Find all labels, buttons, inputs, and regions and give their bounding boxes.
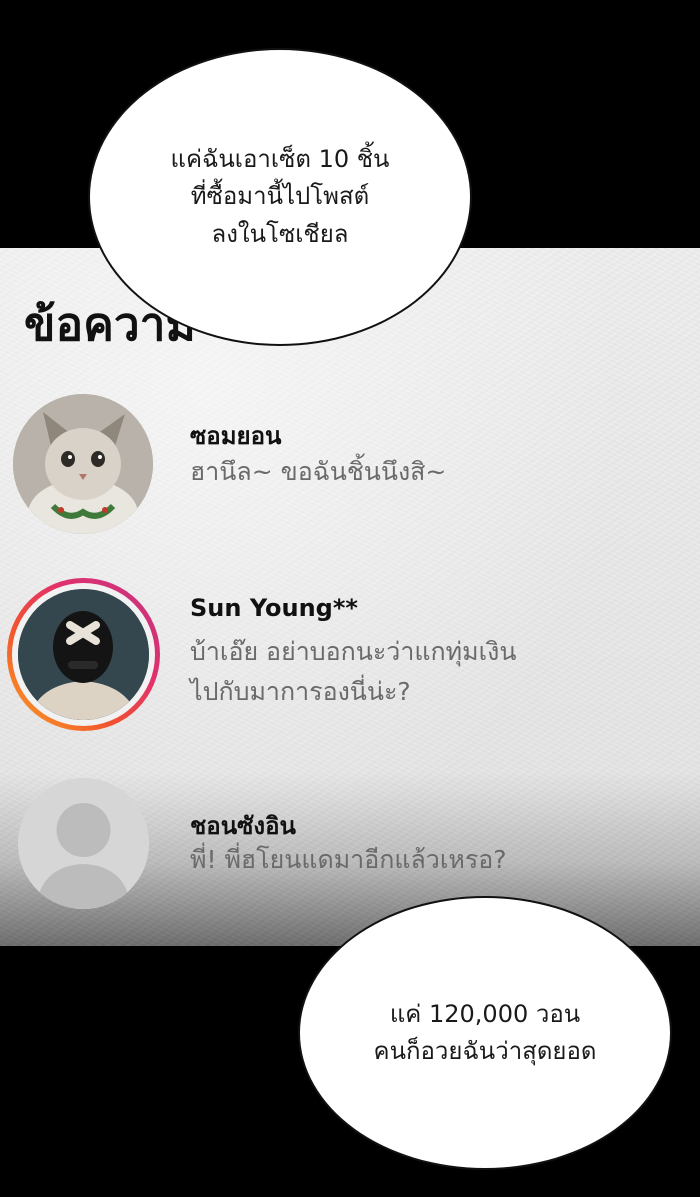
message-sender: ซอมยอน [190, 422, 282, 450]
speech-line: แค่ 120,000 วอน [389, 999, 581, 1028]
default-user-silhouette-icon [18, 778, 149, 909]
message-preview: พี่! พี่ฮโยนแดมาอีกแล้วเหรอ? [190, 840, 507, 880]
cat-photo-icon [13, 394, 153, 534]
message-preview-line: ไปกับมาการองนี่น่ะ? [190, 677, 411, 706]
message-preview-line: พี่! พี่ฮโยนแดมาอีกแล้วเหรอ? [190, 845, 507, 874]
message-preview-line: ฮานึล~ ขอฉันชิ้นนึงสิ~ [190, 457, 447, 486]
masked-person-photo-icon [18, 589, 149, 720]
message-sender: Sun Young** [190, 594, 358, 622]
speech-line: แค่ฉันเอาเซ็ต 10 ชิ้น [170, 145, 390, 174]
speech-line: คนก็อวยฉันว่าสุดยอด [373, 1037, 597, 1065]
speech-line: ที่ซื้อมานี้ไปโพสต์ [190, 182, 370, 211]
message-preview: บ้าเอ๊ย อย่าบอกนะว่าแกทุ่มเงิน ไปกับมากา… [190, 632, 516, 712]
speech-bubble-top: แค่ฉันเอาเซ็ต 10 ชิ้น ที่ซื้อมานี้ไปโพสต… [88, 48, 472, 346]
message-preview-line: บ้าเอ๊ย อย่าบอกนะว่าแกทุ่มเงิน [190, 637, 517, 666]
message-preview: ฮานึล~ ขอฉันชิ้นนึงสิ~ [190, 452, 446, 492]
speech-bubble-bottom: แค่ 120,000 วอน คนก็อวยฉันว่าสุดยอด [298, 896, 672, 1170]
speech-line: ลงในโซเชียล [211, 219, 349, 248]
comic-panel: ข้อความ ซอมยอน ฮานึล~ ขอฉันชิ้นนึงสิ~ Su… [0, 0, 700, 1197]
